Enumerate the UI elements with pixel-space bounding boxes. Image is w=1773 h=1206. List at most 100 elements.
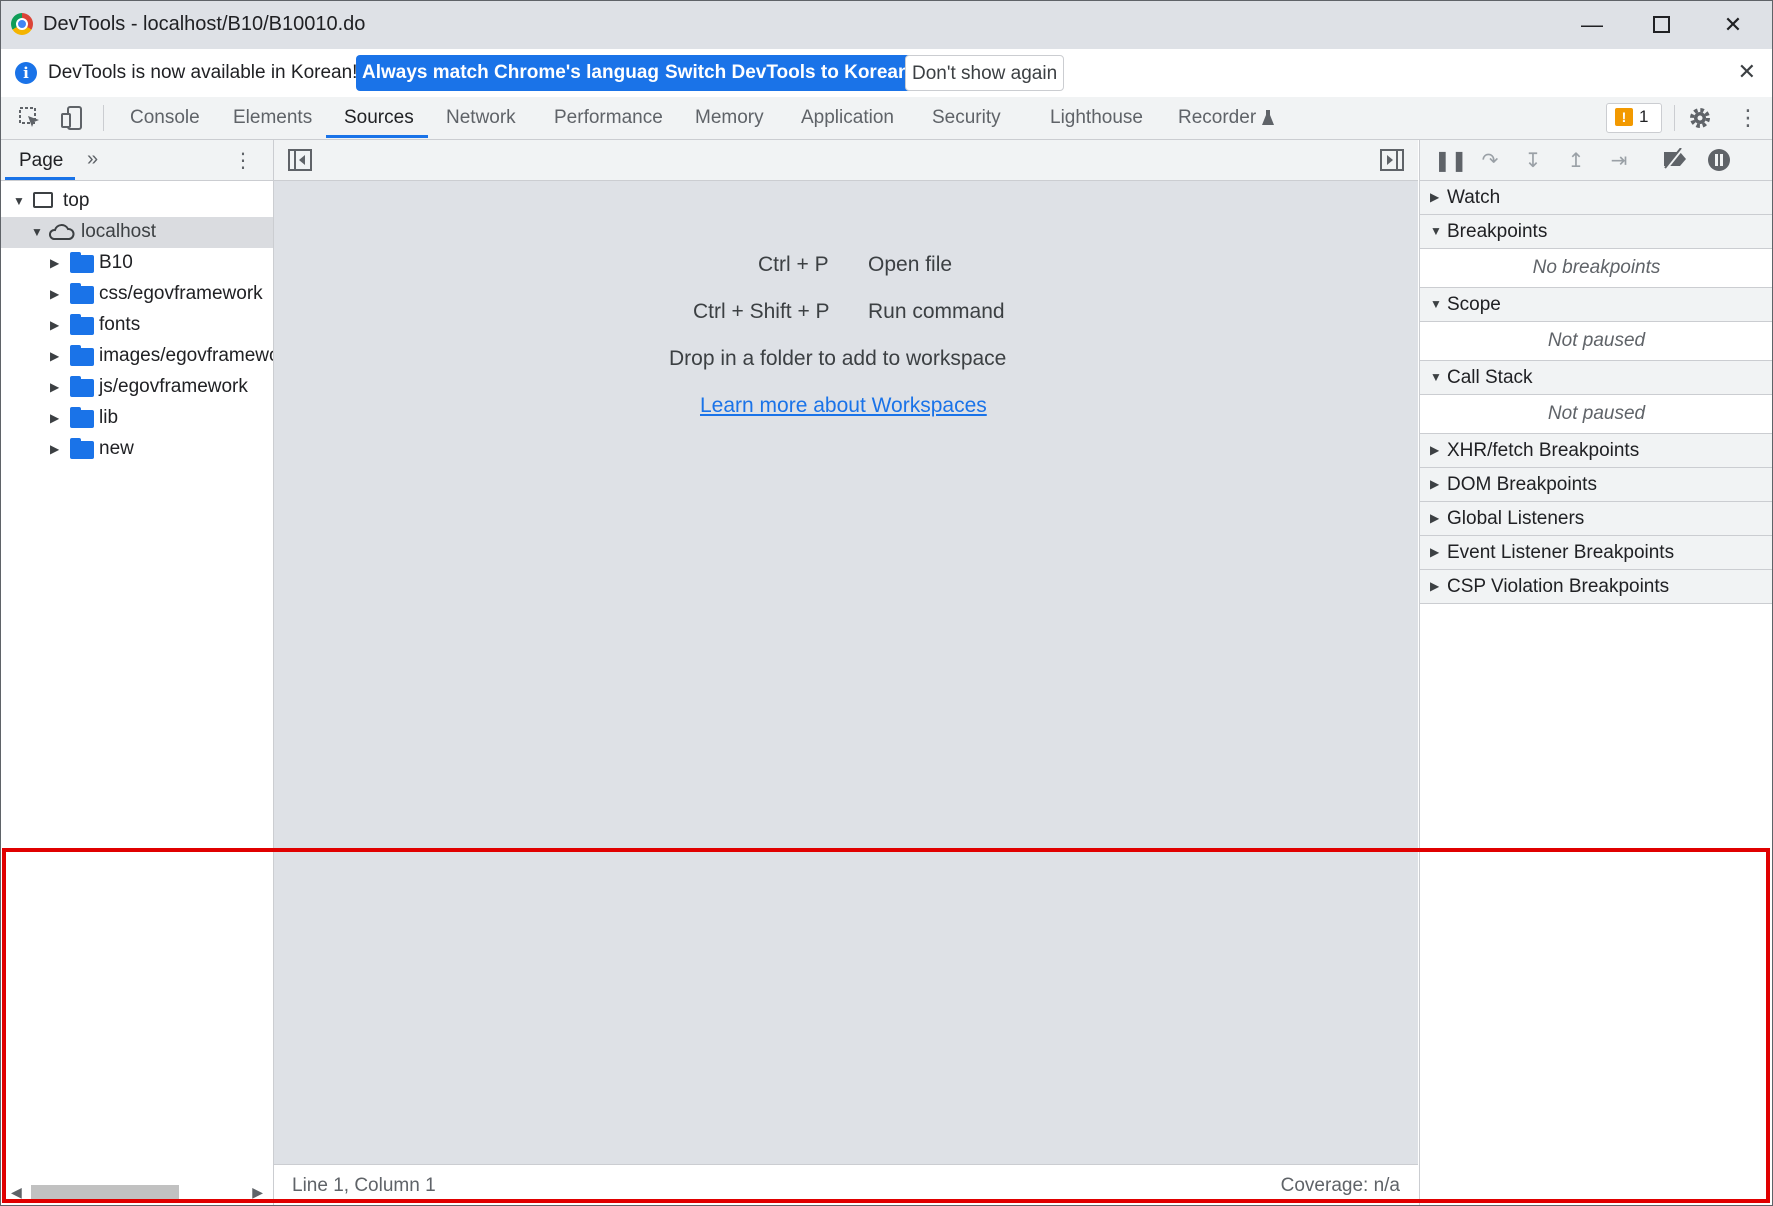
- debugger-pane: ❚❚ ↷ ↧ ↥ ⇥ ▶ Watch ▼ Breakpoints No brea…: [1419, 140, 1772, 1205]
- step-into-icon[interactable]: ↧: [1520, 148, 1546, 174]
- cursor-position: Line 1, Column 1: [292, 1175, 436, 1196]
- pause-icon[interactable]: ❚❚: [1434, 148, 1468, 174]
- tab-performance[interactable]: Performance: [554, 107, 663, 129]
- coverage-status[interactable]: Coverage: n/a: [1281, 1175, 1400, 1197]
- settings-gear-icon[interactable]: [1687, 105, 1713, 131]
- switch-korean-button[interactable]: Switch DevTools to Korean: [659, 55, 916, 91]
- tree-folder[interactable]: ▶ lib: [1, 403, 273, 434]
- folder-icon: [70, 283, 94, 304]
- more-tabs-chevron-icon[interactable]: »: [87, 148, 98, 171]
- tree-folder[interactable]: ▶ css/egovframework: [1, 279, 273, 310]
- folder-icon: [70, 314, 94, 335]
- navigator-header: Page » ⋮: [1, 140, 273, 181]
- scrollbar-thumb[interactable]: [31, 1185, 179, 1202]
- collapsed-triangle-icon: ▶: [1430, 511, 1440, 525]
- expanded-triangle-icon: ▼: [31, 225, 43, 239]
- section-scope[interactable]: ▼ Scope: [1420, 288, 1772, 322]
- section-call-stack[interactable]: ▼ Call Stack: [1420, 361, 1772, 395]
- scroll-right-icon[interactable]: ▶: [252, 1184, 263, 1201]
- tab-security[interactable]: Security: [932, 107, 1001, 129]
- section-title: DOM Breakpoints: [1447, 474, 1597, 495]
- folder-icon: [70, 376, 94, 397]
- active-tab-indicator: [326, 135, 428, 138]
- section-dom-breakpoints[interactable]: ▶ DOM Breakpoints: [1420, 468, 1772, 502]
- collapsed-triangle-icon: ▶: [50, 442, 60, 456]
- chrome-logo-icon: [11, 13, 33, 35]
- deactivate-breakpoints-icon[interactable]: [1662, 147, 1688, 174]
- tree-item-top[interactable]: ▼ top: [1, 186, 273, 217]
- navigator-pane: Page » ⋮ ▼ top ▼ localhost ▶ B10 ▶ css/e…: [1, 140, 274, 1205]
- language-infobar: i DevTools is now available in Korean! A…: [1, 49, 1772, 98]
- collapsed-triangle-icon: ▶: [1430, 545, 1440, 559]
- section-global-listeners[interactable]: ▶ Global Listeners: [1420, 502, 1772, 536]
- tree-folder[interactable]: ▶ B10: [1, 248, 273, 279]
- close-infobar-icon[interactable]: ✕: [1738, 59, 1756, 85]
- tab-elements[interactable]: Elements: [233, 107, 312, 129]
- navigator-tab-page[interactable]: Page: [19, 150, 63, 172]
- tree-label: localhost: [81, 221, 156, 242]
- section-csp-breakpoints[interactable]: ▶ CSP Violation Breakpoints: [1420, 570, 1772, 604]
- shortcut-keys: Ctrl + P: [758, 253, 829, 276]
- close-window-icon[interactable]: ✕: [1713, 9, 1753, 41]
- tab-lighthouse[interactable]: Lighthouse: [1050, 107, 1143, 129]
- toggle-navigator-icon[interactable]: [288, 149, 312, 171]
- collapsed-triangle-icon: ▶: [50, 318, 60, 332]
- expanded-triangle-icon: ▼: [1430, 297, 1442, 311]
- tab-recorder[interactable]: Recorder: [1178, 107, 1256, 129]
- minimize-icon[interactable]: —: [1572, 9, 1612, 41]
- tree-folder[interactable]: ▶ new: [1, 434, 273, 465]
- collapsed-triangle-icon: ▶: [1430, 443, 1440, 457]
- navigator-tab-indicator: [5, 177, 75, 180]
- issues-counter[interactable]: ! 1: [1606, 103, 1662, 133]
- learn-workspaces-link[interactable]: Learn more about Workspaces: [700, 394, 987, 418]
- section-title: Call Stack: [1447, 367, 1533, 388]
- collapsed-triangle-icon: ▶: [50, 287, 60, 301]
- collapsed-triangle-icon: ▶: [50, 380, 60, 394]
- editor-toolbar: [274, 140, 1418, 181]
- expanded-triangle-icon: ▼: [1430, 224, 1442, 238]
- maximize-icon[interactable]: [1642, 9, 1682, 41]
- navigator-menu-icon[interactable]: ⋮: [233, 148, 253, 173]
- dont-show-again-button[interactable]: Don't show again: [905, 55, 1065, 91]
- tree-item-localhost[interactable]: ▼ localhost: [1, 217, 273, 248]
- section-watch[interactable]: ▶ Watch: [1420, 181, 1772, 215]
- tree-label: fonts: [99, 314, 141, 335]
- tree-label: top: [63, 190, 90, 211]
- collapsed-triangle-icon: ▶: [1430, 190, 1440, 204]
- step-over-icon[interactable]: ↷: [1477, 148, 1503, 174]
- call-stack-empty-text: Not paused: [1420, 395, 1772, 434]
- tab-application[interactable]: Application: [801, 107, 894, 129]
- frame-icon: [33, 192, 53, 208]
- device-toolbar-icon[interactable]: [59, 105, 85, 131]
- tab-memory[interactable]: Memory: [695, 107, 764, 129]
- section-breakpoints[interactable]: ▼ Breakpoints: [1420, 215, 1772, 249]
- tree-label: images/egovframework: [99, 345, 273, 366]
- tree-folder[interactable]: ▶ fonts: [1, 310, 273, 341]
- scope-empty-text: Not paused: [1420, 322, 1772, 361]
- tab-console[interactable]: Console: [130, 107, 200, 129]
- tab-sources[interactable]: Sources: [344, 107, 414, 129]
- match-language-button[interactable]: Always match Chrome's language: [356, 55, 676, 91]
- section-event-listener-breakpoints[interactable]: ▶ Event Listener Breakpoints: [1420, 536, 1772, 570]
- toggle-debugger-icon[interactable]: [1380, 149, 1404, 171]
- tree-folder[interactable]: ▶ images/egovframework: [1, 341, 273, 372]
- expanded-triangle-icon: ▼: [1430, 370, 1442, 384]
- navigator-horizontal-scrollbar[interactable]: ◀ ▶: [1, 1177, 273, 1205]
- scroll-left-icon[interactable]: ◀: [11, 1184, 22, 1201]
- section-title: Scope: [1447, 294, 1501, 315]
- section-xhr-breakpoints[interactable]: ▶ XHR/fetch Breakpoints: [1420, 434, 1772, 468]
- tree-label: B10: [99, 252, 133, 273]
- inspect-element-icon[interactable]: [17, 105, 43, 131]
- tab-network[interactable]: Network: [446, 107, 516, 129]
- tree-label: lib: [99, 407, 119, 428]
- toolbar-separator: [103, 105, 104, 131]
- step-out-icon[interactable]: ↥: [1563, 148, 1589, 174]
- shortcut-keys: Ctrl + Shift + P: [693, 300, 830, 323]
- section-title: CSP Violation Breakpoints: [1447, 576, 1670, 597]
- devtools-window: DevTools - localhost/B10/B10010.do — ✕ i…: [0, 0, 1773, 1206]
- collapsed-triangle-icon: ▶: [50, 349, 60, 363]
- tree-folder[interactable]: ▶ js/egovframework: [1, 372, 273, 403]
- step-icon[interactable]: ⇥: [1606, 148, 1632, 174]
- more-options-icon[interactable]: ⋮: [1735, 105, 1761, 131]
- pause-on-exceptions-icon[interactable]: [1706, 148, 1732, 174]
